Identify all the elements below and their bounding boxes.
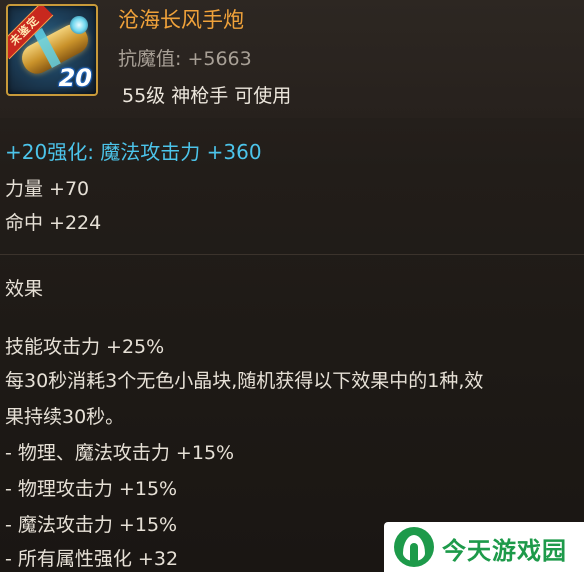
item-resist-value: 抗魔值: +5663: [118, 48, 252, 70]
effect-description-line: 果持续30秒。: [5, 406, 125, 428]
leaf-logo-icon: [394, 527, 434, 567]
watermark-text: 今天游戏园: [442, 537, 567, 565]
effect-option: - 所有属性强化 +32: [5, 548, 179, 570]
effect-option: - 物理攻击力 +15%: [5, 478, 178, 500]
effect-description-line: 每30秒消耗3个无色小晶块,随机获得以下效果中的1种,效: [5, 370, 484, 392]
strength-stat: 力量 +70: [5, 178, 90, 200]
item-name: 沧海长风手炮: [118, 8, 244, 32]
effect-option: - 物理、魔法攻击力 +15%: [5, 442, 235, 464]
item-tooltip: 未鉴定 20 沧海长风手炮 抗魔值: +5663 55级 神枪手 可使用 +20…: [0, 0, 584, 572]
hand-cannon-icon[interactable]: 未鉴定 20: [6, 4, 98, 96]
section-divider: [0, 254, 584, 255]
leaf-cut: [410, 543, 418, 563]
cannon-muzzle: [70, 16, 88, 34]
skill-attack-effect: 技能攻击力 +25%: [5, 336, 165, 358]
enhance-stat: +20强化: 魔法攻击力 +360: [5, 140, 262, 164]
item-requirement: 55级 神枪手 可使用: [122, 85, 292, 107]
effect-title: 效果: [5, 278, 44, 300]
tooltip-header: 未鉴定 20 沧海长风手炮 抗魔值: +5663 55级 神枪手 可使用: [0, 0, 584, 118]
hit-stat: 命中 +224: [5, 212, 102, 234]
enhance-level-badge: 20: [58, 64, 92, 92]
effect-option: - 魔法攻击力 +15%: [5, 514, 178, 536]
site-watermark: 今天游戏园: [384, 522, 584, 572]
